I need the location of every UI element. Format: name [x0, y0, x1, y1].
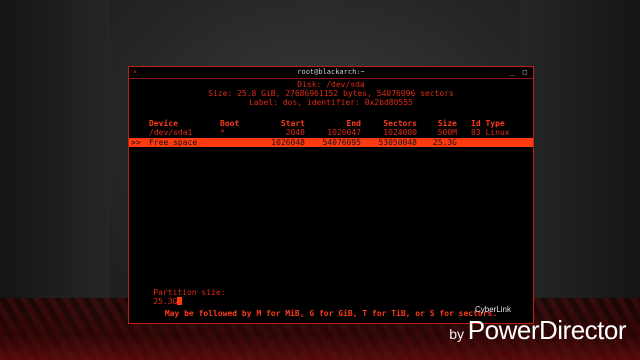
row-size: 500M	[437, 128, 457, 137]
window-title: root@blackarch:~	[297, 68, 365, 76]
close-icon[interactable]: ×	[133, 67, 137, 78]
row-marker: >>	[131, 138, 141, 147]
terminal-titlebar[interactable]: × root@blackarch:~ _ □	[129, 67, 533, 79]
watermark-by: by	[449, 326, 464, 342]
header-id-type: Id Type	[471, 119, 505, 128]
header-sectors: Sectors	[383, 119, 417, 128]
disk-size-line: Size: 25.8 GiB, 27686961152 bytes, 54076…	[208, 89, 454, 98]
row-end: 1026047	[327, 128, 361, 137]
row-size: 25.3G	[432, 138, 457, 147]
window-controls-icons[interactable]: _ □	[510, 67, 529, 78]
text-cursor	[177, 297, 183, 305]
partition-size-input[interactable]: 25.3G	[153, 297, 177, 306]
table-row-selected[interactable]: >> Free space 1026048 54076095 53050048 …	[129, 138, 533, 147]
row-start: 1026048	[271, 138, 305, 147]
disk-title: Disk: /dev/sda	[297, 80, 365, 89]
terminal-window[interactable]: × root@blackarch:~ _ □ Disk: /dev/sda Si…	[128, 66, 534, 324]
row-start: 2048	[285, 128, 305, 137]
header-end: End	[346, 119, 361, 128]
row-device: Free space	[149, 138, 198, 147]
disk-label-line: Label: dos, identifier: 0x2bd80555	[249, 98, 413, 107]
prompt-label: Partition size:	[153, 288, 226, 297]
watermark-cyberlink: CyberLink	[474, 305, 511, 314]
row-boot: *	[220, 128, 225, 137]
row-sectors: 1024000	[383, 128, 417, 137]
header-size: Size	[437, 119, 457, 128]
row-device: /dev/sda1	[149, 128, 193, 137]
header-boot: Boot	[220, 119, 240, 128]
row-sectors: 53050048	[378, 138, 417, 147]
header-device: Device	[149, 119, 178, 128]
row-end: 54076095	[322, 138, 361, 147]
header-start: Start	[280, 119, 305, 128]
row-id-type: 83 Linux	[471, 128, 510, 137]
watermark-main: PowerDirector	[467, 315, 627, 345]
